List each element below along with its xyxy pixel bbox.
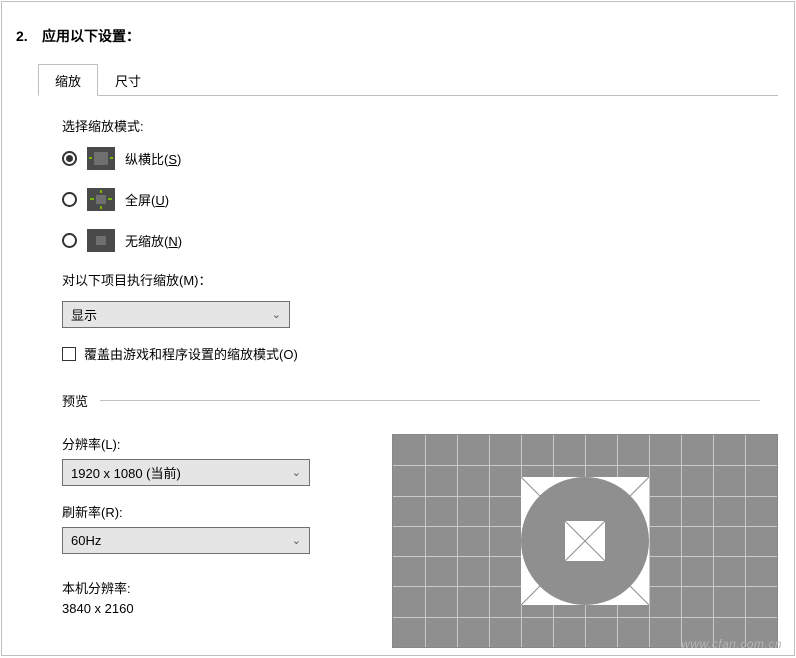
- radio-aspect[interactable]: [62, 151, 77, 166]
- refresh-label: 刷新率(R):: [62, 502, 312, 521]
- native-res-label: 本机分辨率:: [62, 578, 312, 597]
- perform-scaling-label: 对以下项目执行缩放(M)：: [62, 270, 794, 289]
- resolution-label: 分辨率(L):: [62, 434, 312, 453]
- radio-aspect-label: 纵横比(S): [125, 149, 181, 168]
- chevron-down-icon: ⌄: [292, 534, 301, 547]
- section-heading: 2. 应用以下设置：: [2, 2, 794, 46]
- preview-image: [392, 434, 778, 648]
- scaling-mode-group: 纵横比(S) 全屏(U) 无缩放(N): [62, 147, 794, 252]
- radio-noscale[interactable]: [62, 233, 77, 248]
- divider: [100, 400, 760, 401]
- scaling-mode-label: 选择缩放模式:: [62, 116, 794, 135]
- resolution-select[interactable]: 1920 x 1080 (当前) ⌄: [62, 459, 310, 486]
- override-label: 覆盖由游戏和程序设置的缩放模式(O): [84, 344, 298, 363]
- radio-fullscreen-label: 全屏(U): [125, 190, 169, 209]
- perform-scaling-value: 显示: [71, 305, 97, 324]
- aspect-icon: [87, 147, 115, 170]
- preview-header: 预览: [62, 391, 88, 410]
- perform-scaling-select[interactable]: 显示 ⌄: [62, 301, 290, 328]
- radio-noscale-label: 无缩放(N): [125, 231, 182, 250]
- refresh-value: 60Hz: [71, 533, 101, 548]
- override-checkbox[interactable]: [62, 347, 76, 361]
- resolution-value: 1920 x 1080 (当前): [71, 463, 181, 482]
- radio-fullscreen[interactable]: [62, 192, 77, 207]
- refresh-select[interactable]: 60Hz ⌄: [62, 527, 310, 554]
- heading-number: 2.: [16, 28, 42, 44]
- chevron-down-icon: ⌄: [292, 466, 301, 479]
- heading-text: 应用以下设置：: [42, 26, 140, 46]
- tab-size[interactable]: 尺寸: [98, 64, 158, 96]
- watermark: www.cfan.com.cn: [681, 637, 782, 651]
- tab-scale[interactable]: 缩放: [38, 64, 98, 96]
- chevron-down-icon: ⌄: [272, 308, 281, 321]
- noscale-icon: [87, 229, 115, 252]
- native-res-value: 3840 x 2160: [62, 601, 312, 616]
- tab-bar: 缩放 尺寸: [38, 64, 778, 96]
- fullscreen-icon: [87, 188, 115, 211]
